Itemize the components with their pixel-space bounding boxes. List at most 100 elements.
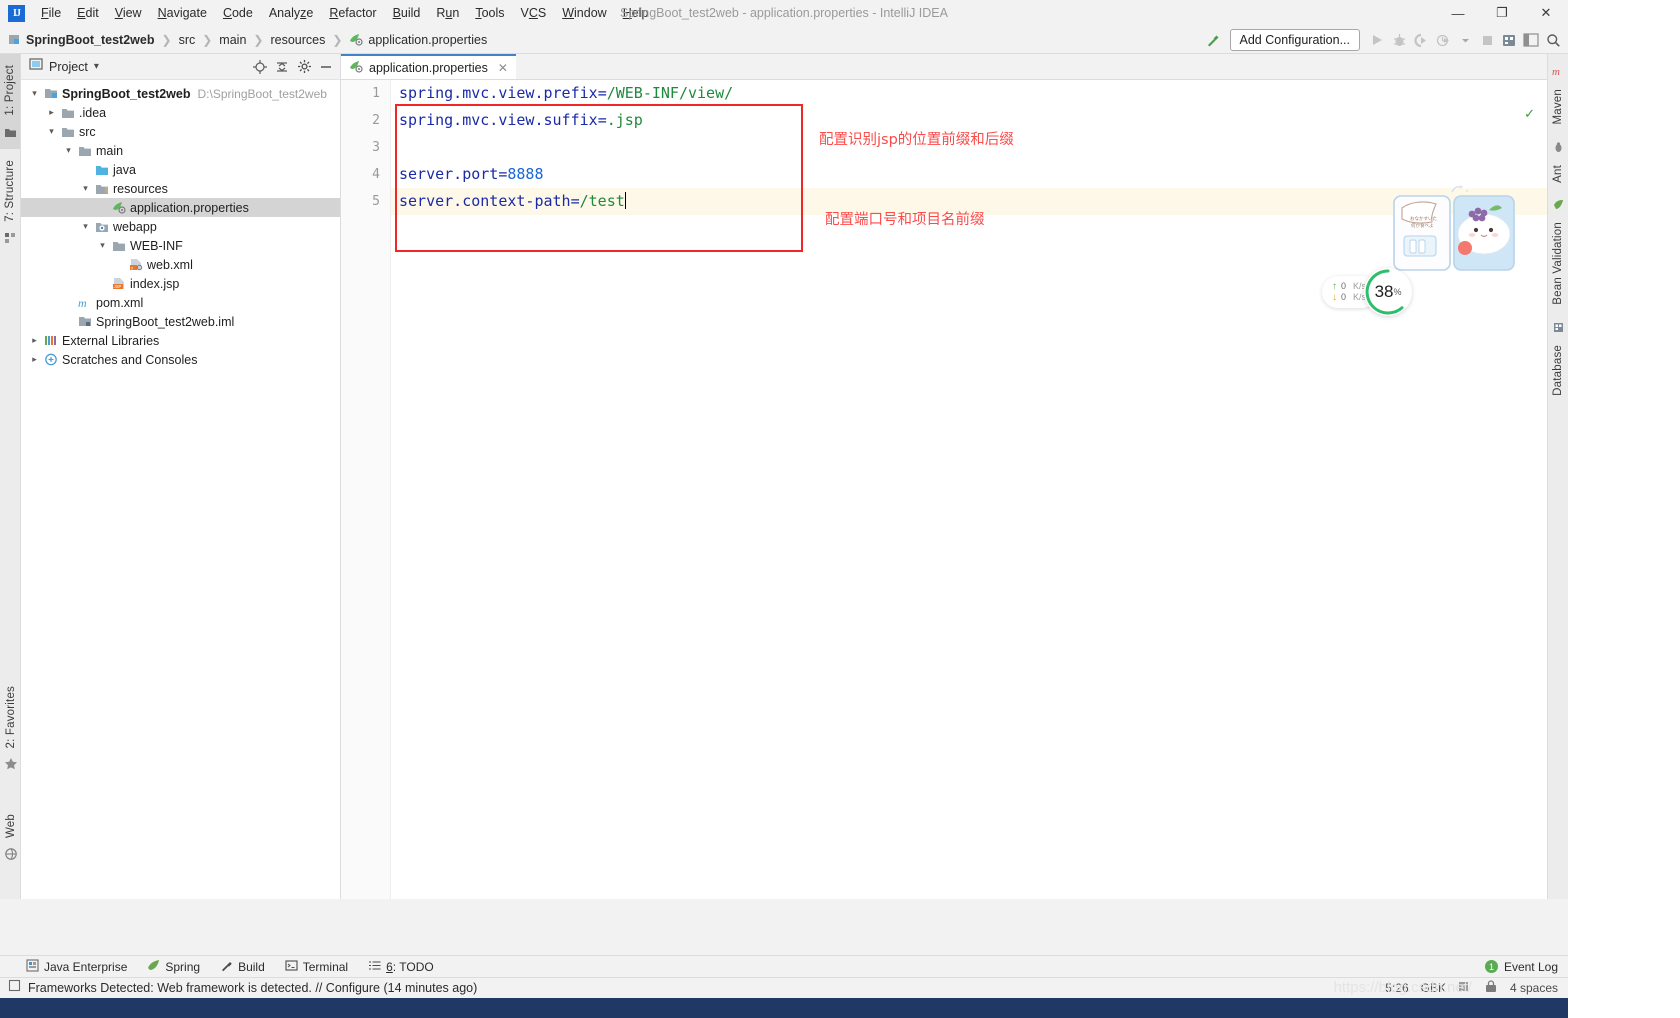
code-editor[interactable]: 1 2 3 4 5 spring.mvc.view.prefix=/WEB-IN…	[341, 80, 1547, 899]
tree-node-application-properties[interactable]: application.properties	[21, 198, 340, 217]
layout-icon[interactable]	[1520, 29, 1542, 51]
menu-item-view[interactable]: View	[107, 3, 150, 23]
chevron-down-icon[interactable]: ▾	[78, 183, 93, 194]
project-tree: ▾ SpringBoot_test2web D:\SpringBoot_test2w…	[21, 80, 340, 369]
collapse-all-icon[interactable]	[272, 57, 292, 77]
tree-node-web-xml[interactable]: x web.xml	[21, 255, 340, 274]
caret-position[interactable]: 5:26	[1385, 981, 1408, 995]
menu-item-refactor[interactable]: Refactor	[321, 3, 384, 23]
tool-button-java-enterprise[interactable]: Java Enterprise	[26, 958, 127, 975]
chevron-down-icon[interactable]: ▾	[27, 88, 42, 99]
run-coverage-icon[interactable]	[1410, 29, 1432, 51]
profile-icon[interactable]	[1432, 29, 1454, 51]
breadcrumb-item-file[interactable]: application.properties	[349, 33, 487, 47]
chevron-right-icon[interactable]: ▸	[27, 335, 42, 346]
chevron-down-icon[interactable]: ▾	[61, 145, 76, 156]
menu-item-window[interactable]: Window	[554, 3, 614, 23]
svg-text:m: m	[78, 296, 87, 309]
tree-node-label: SpringBoot_test2web.iml	[96, 314, 235, 329]
system-monitor-widget[interactable]: ↑ 0 K/s ↓ 0 K/s 38 %	[1322, 268, 1413, 316]
locate-target-icon[interactable]	[250, 57, 270, 77]
sidebar-item-web[interactable]: Web	[0, 803, 21, 871]
breadcrumb-separator: ❯	[332, 32, 343, 47]
chevron-down-icon[interactable]: ▾	[95, 240, 110, 251]
tool-button-terminal[interactable]: Terminal	[285, 959, 348, 975]
maximize-button[interactable]: ❐	[1480, 0, 1524, 26]
tree-node-springboot-test2web-iml[interactable]: SpringBoot_test2web.iml	[21, 312, 340, 331]
indent-setting[interactable]: 4 spaces	[1510, 981, 1558, 995]
tree-node-web-inf[interactable]: ▾ WEB-INF	[21, 236, 340, 255]
close-button[interactable]: ✕	[1524, 0, 1568, 26]
menu-item-help[interactable]: Help	[615, 3, 657, 23]
menu-item-file[interactable]: File	[33, 3, 69, 23]
close-icon[interactable]: ✕	[498, 61, 508, 75]
sidebar-item-structure[interactable]: 7: Structure	[0, 149, 20, 255]
breadcrumb-item-project[interactable]: SpringBoot_test2web	[8, 33, 155, 47]
property-equals: =	[597, 111, 607, 129]
structure-icon	[4, 230, 16, 248]
notification-icon[interactable]	[8, 979, 21, 997]
menu-item-tools[interactable]: Tools	[467, 3, 512, 23]
tree-node-idea[interactable]: ▸ .idea	[21, 103, 340, 122]
chevron-down-icon[interactable]: ▾	[44, 126, 59, 137]
sidebar-item-ant[interactable]: Ant	[1548, 130, 1568, 188]
inspection-status-icon[interactable]: ✓	[1524, 106, 1535, 122]
menu-item-build[interactable]: Build	[385, 3, 429, 23]
main-menu-bar: File Edit View Navigate Code Analyze Ref…	[33, 0, 656, 26]
tree-node-resources[interactable]: ▾ resources	[21, 179, 340, 198]
sidebar-item-favorites[interactable]: 2: Favorites	[0, 675, 21, 781]
menu-item-analyze[interactable]: Analyze	[261, 3, 321, 23]
file-encoding[interactable]: GBK	[1421, 981, 1446, 995]
svg-text:おなかすいた: おなかすいた	[1410, 215, 1437, 222]
tree-node-label: webapp	[113, 219, 157, 234]
breadcrumb-item-resources[interactable]: resources	[270, 33, 325, 47]
hide-icon[interactable]	[316, 57, 336, 77]
sidebar-item-project[interactable]: 1: Project	[0, 54, 20, 149]
read-only-icon[interactable]	[1484, 980, 1498, 996]
run-icon[interactable]	[1366, 29, 1388, 51]
sidebar-item-maven[interactable]: m Maven	[1548, 54, 1568, 130]
search-everywhere-icon[interactable]	[1542, 29, 1564, 51]
tree-node-java[interactable]: java	[21, 160, 340, 179]
property-value: /WEB-INF/view/	[606, 84, 734, 102]
tree-node-src[interactable]: ▾ src	[21, 122, 340, 141]
chevron-down-icon[interactable]: ▾	[94, 61, 99, 72]
menu-item-vcs[interactable]: VCS	[513, 3, 555, 23]
stop-icon[interactable]	[1476, 29, 1498, 51]
chevron-down-icon[interactable]: ▾	[78, 221, 93, 232]
tree-node-webapp[interactable]: ▾ webapp	[21, 217, 340, 236]
gear-icon[interactable]	[294, 57, 314, 77]
line-number: 5	[372, 194, 380, 209]
menu-item-code[interactable]: Code	[215, 3, 261, 23]
status-bar-right: 5:26 GBK 4 spaces	[1385, 980, 1568, 996]
tree-node-index-jsp[interactable]: JSP index.jsp	[21, 274, 340, 293]
menu-item-edit[interactable]: Edit	[69, 3, 107, 23]
minimize-button[interactable]: —	[1436, 0, 1480, 26]
status-message[interactable]: Frameworks Detected: Web framework is de…	[28, 981, 477, 995]
tab-application-properties[interactable]: application.properties ✕	[341, 54, 516, 79]
tree-node-main[interactable]: ▾ main	[21, 141, 340, 160]
database-icon[interactable]	[1498, 29, 1520, 51]
menu-item-run[interactable]: Run	[428, 3, 467, 23]
chevron-right-icon[interactable]: ▸	[44, 107, 59, 118]
add-configuration-button[interactable]: Add Configuration...	[1229, 29, 1360, 51]
sidebar-item-database[interactable]: Database	[1548, 310, 1568, 401]
line-separator-icon[interactable]	[1458, 980, 1472, 996]
event-log-button[interactable]: 1 Event Log	[1484, 960, 1568, 974]
sidebar-item-bean-validation[interactable]: Bean Validation	[1548, 187, 1568, 310]
tool-button-todo[interactable]: 6: TODO	[368, 959, 434, 975]
tree-node-springboot-test2web[interactable]: ▾ SpringBoot_test2web D:\SpringBoot_test2w…	[21, 84, 340, 103]
chevron-down-icon[interactable]	[1454, 29, 1476, 51]
breadcrumb-item-main[interactable]: main	[219, 33, 246, 47]
menu-item-navigate[interactable]: Navigate	[150, 3, 215, 23]
breadcrumb-item-src[interactable]: src	[179, 33, 196, 47]
tree-node-pom-xml[interactable]: m pom.xml	[21, 293, 340, 312]
debug-icon[interactable]	[1388, 29, 1410, 51]
tree-node-scratches-and-consoles[interactable]: ▸ Scratches and Consoles	[21, 350, 340, 369]
hammer-build-icon[interactable]	[1202, 29, 1224, 51]
tool-button-build[interactable]: Build	[220, 959, 265, 975]
chevron-right-icon[interactable]: ▸	[27, 354, 42, 365]
tool-button-spring[interactable]: Spring	[147, 959, 200, 975]
sidebar-item-label: 2: Favorites	[4, 685, 17, 748]
tree-node-external-libraries[interactable]: ▸ External Libraries	[21, 331, 340, 350]
